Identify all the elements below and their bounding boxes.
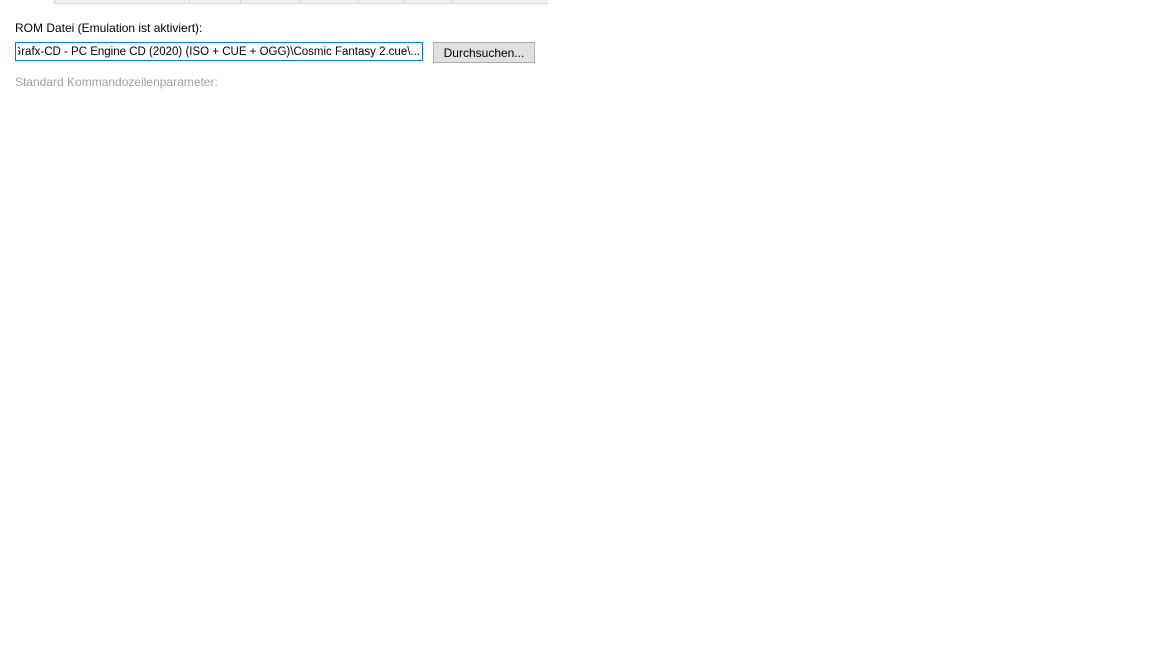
- tab-5[interactable]: [299, 0, 358, 3]
- tab-8[interactable]: [452, 0, 548, 3]
- rom-file-label: ROM Datei (Emulation ist aktiviert):: [15, 21, 203, 35]
- browse-button[interactable]: Durchsuchen...: [433, 42, 535, 63]
- tab-4[interactable]: [240, 0, 299, 3]
- tab-7[interactable]: [404, 0, 452, 3]
- tab-2[interactable]: [54, 0, 189, 3]
- tab-3[interactable]: [189, 0, 240, 3]
- tab-6[interactable]: [358, 0, 404, 3]
- tab-strip: [0, 0, 548, 4]
- tab-active[interactable]: [0, 0, 55, 4]
- command-line-label: Standard Kommandozeilenparameter:: [15, 75, 218, 89]
- emulation-settings-panel: ROM Datei (Emulation ist aktiviert): Dur…: [0, 0, 1152, 648]
- rom-file-path-input[interactable]: [15, 42, 423, 61]
